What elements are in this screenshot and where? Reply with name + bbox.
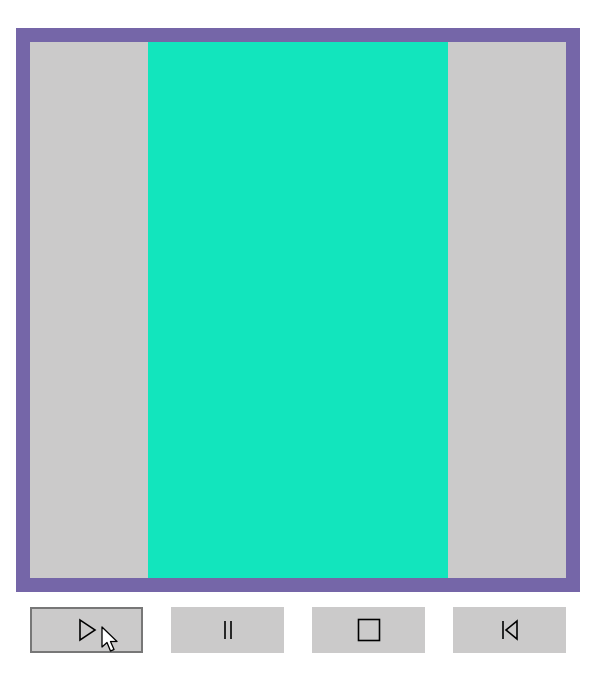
pause-icon [223, 621, 232, 639]
player-app [0, 0, 600, 694]
play-icon [78, 618, 96, 642]
rewind-button[interactable] [453, 607, 566, 653]
animation-stage [16, 28, 580, 592]
playback-controls [30, 607, 566, 653]
skip-back-icon [501, 619, 518, 641]
pause-button[interactable] [171, 607, 284, 653]
play-button[interactable] [30, 607, 143, 653]
stop-icon [357, 618, 380, 642]
moving-bar [148, 42, 448, 578]
stop-button[interactable] [312, 607, 425, 653]
